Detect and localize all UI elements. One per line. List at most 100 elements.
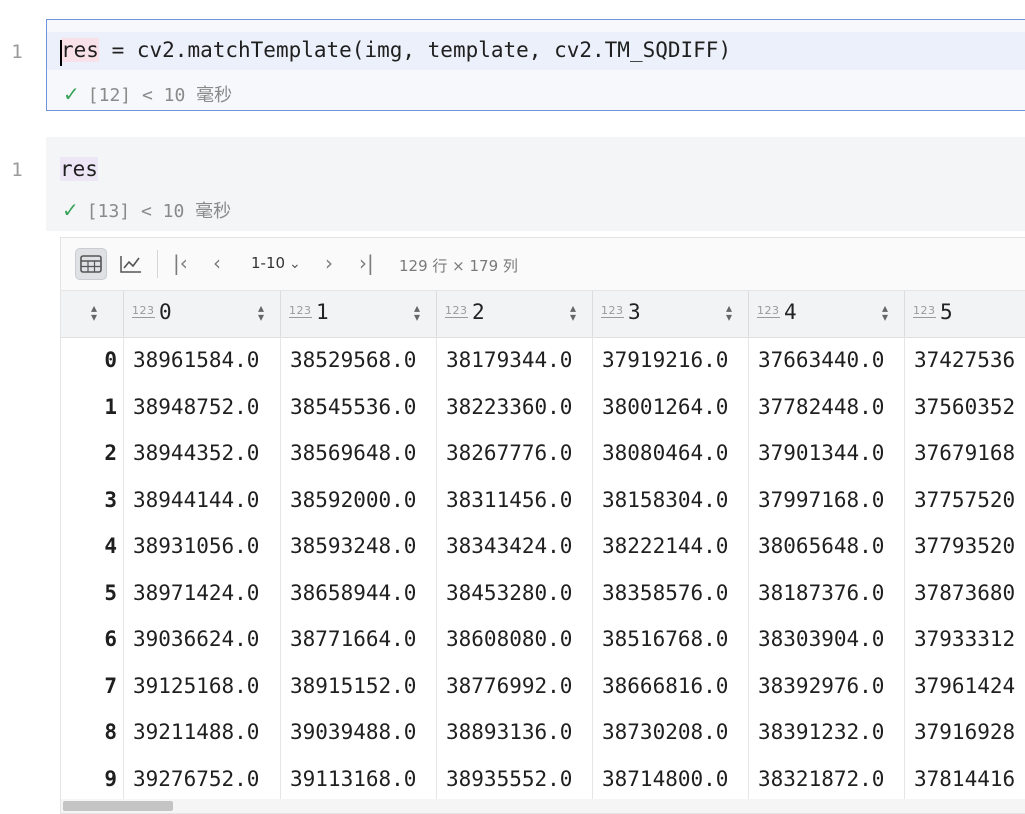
table-cell[interactable]: 38935552.0 bbox=[436, 755, 592, 802]
first-page-icon[interactable]: |‹ bbox=[173, 251, 188, 275]
table-cell[interactable]: 37916928 bbox=[904, 709, 1025, 756]
column-name: 1 bbox=[316, 300, 329, 324]
table-row: 9 39276752.0 39113168.0 38935552.0 38714… bbox=[61, 755, 1025, 802]
table-cell[interactable]: 38893136.0 bbox=[436, 709, 592, 756]
table-cell[interactable]: 38608080.0 bbox=[436, 616, 592, 663]
table-cell[interactable]: 37997168.0 bbox=[748, 476, 904, 523]
table-cell[interactable]: 38392976.0 bbox=[748, 662, 904, 709]
table-cell[interactable]: 39113168.0 bbox=[280, 755, 436, 802]
table-cell[interactable]: 38776992.0 bbox=[436, 662, 592, 709]
table-cell[interactable]: 37961424 bbox=[904, 662, 1025, 709]
table-cell[interactable]: 37427536 bbox=[904, 337, 1025, 384]
table-cell[interactable]: 38516768.0 bbox=[592, 616, 748, 663]
chart-view-button[interactable] bbox=[115, 248, 147, 280]
table-cell[interactable]: 37793520 bbox=[904, 523, 1025, 570]
index-sort-icon[interactable]: ▴ ▾ bbox=[91, 302, 97, 323]
table-cell[interactable]: 39125168.0 bbox=[123, 662, 280, 709]
table-cell[interactable]: 38453280.0 bbox=[436, 569, 592, 616]
execution-status-text: [12] < 10 毫秒 bbox=[87, 85, 233, 106]
sort-icon[interactable]: ▴ ▾ bbox=[570, 302, 576, 323]
table-cell[interactable]: 38931056.0 bbox=[123, 523, 280, 570]
page-range-dropdown[interactable]: 1-10 ⌄ bbox=[251, 254, 301, 272]
table-cell[interactable]: 38311456.0 bbox=[436, 476, 592, 523]
table-cell[interactable]: 38948752.0 bbox=[123, 383, 280, 430]
table-cell[interactable]: 37901344.0 bbox=[748, 430, 904, 477]
table-cell[interactable]: 38001264.0 bbox=[592, 383, 748, 430]
table-view-button[interactable] bbox=[75, 248, 107, 280]
table-cell[interactable]: 38065648.0 bbox=[748, 523, 904, 570]
code-line[interactable]: res = cv2.matchTemplate(img, template, c… bbox=[61, 38, 731, 62]
dtype-badge: 123 bbox=[601, 304, 624, 318]
sort-icon[interactable]: ▴ ▾ bbox=[726, 302, 732, 323]
table-cell[interactable]: 38158304.0 bbox=[592, 476, 748, 523]
table-cell[interactable]: 37663440.0 bbox=[748, 337, 904, 384]
table-cell[interactable]: 37782448.0 bbox=[748, 383, 904, 430]
column-header[interactable]: 123 4 ▴ ▾ bbox=[748, 291, 904, 337]
dataframe-body: 0 38961584.0 38529568.0 38179344.0 37919… bbox=[61, 337, 1025, 802]
table-cell[interactable]: 38321872.0 bbox=[748, 755, 904, 802]
table-cell[interactable]: 38944144.0 bbox=[123, 476, 280, 523]
column-name: 0 bbox=[159, 300, 172, 324]
last-page-icon[interactable]: ›| bbox=[359, 251, 374, 275]
scrollbar-thumb[interactable] bbox=[63, 801, 173, 811]
column-header[interactable]: 123 5 bbox=[904, 291, 1025, 337]
table-cell[interactable]: 38658944.0 bbox=[280, 569, 436, 616]
table-cell[interactable]: 38971424.0 bbox=[123, 569, 280, 616]
table-cell[interactable]: 38592000.0 bbox=[280, 476, 436, 523]
horizontal-scrollbar[interactable] bbox=[61, 799, 1025, 813]
table-cell[interactable]: 38730208.0 bbox=[592, 709, 748, 756]
table-cell[interactable]: 38179344.0 bbox=[436, 337, 592, 384]
table-cell[interactable]: 38303904.0 bbox=[748, 616, 904, 663]
table-cell[interactable]: 38529568.0 bbox=[280, 337, 436, 384]
row-index: 4 bbox=[104, 534, 117, 558]
table-cell[interactable]: 38666816.0 bbox=[592, 662, 748, 709]
column-header[interactable]: 123 1 ▴ ▾ bbox=[280, 291, 436, 337]
table-cell[interactable]: 38545536.0 bbox=[280, 383, 436, 430]
next-page-icon[interactable]: › bbox=[325, 251, 333, 275]
code-line[interactable]: res bbox=[60, 157, 98, 181]
table-cell[interactable]: 38343424.0 bbox=[436, 523, 592, 570]
dtype-badge: 123 bbox=[132, 304, 155, 318]
table-cell[interactable]: 37814416 bbox=[904, 755, 1025, 802]
chart-view-icon bbox=[120, 256, 141, 273]
prev-page-icon[interactable]: ‹ bbox=[213, 251, 221, 275]
table-cell[interactable]: 39211488.0 bbox=[123, 709, 280, 756]
table-cell[interactable]: 38593248.0 bbox=[280, 523, 436, 570]
table-cell[interactable]: 38222144.0 bbox=[592, 523, 748, 570]
sort-icon[interactable]: ▴ ▾ bbox=[258, 302, 264, 323]
table-cell[interactable]: 37933312 bbox=[904, 616, 1025, 663]
table-cell[interactable]: 38961584.0 bbox=[123, 337, 280, 384]
code-cell[interactable]: res = cv2.matchTemplate(img, template, c… bbox=[46, 19, 1025, 111]
table-cell[interactable]: 39039488.0 bbox=[280, 709, 436, 756]
table-cell[interactable]: 39036624.0 bbox=[123, 616, 280, 663]
column-header[interactable]: 123 0 ▴ ▾ bbox=[123, 291, 280, 337]
table-cell[interactable]: 37873680 bbox=[904, 569, 1025, 616]
table-cell[interactable]: 38187376.0 bbox=[748, 569, 904, 616]
sort-icon[interactable]: ▴ ▾ bbox=[882, 302, 888, 323]
column-name: 2 bbox=[472, 300, 485, 324]
column-header[interactable]: 123 3 ▴ ▾ bbox=[592, 291, 748, 337]
dataframe-viewer: |‹ ‹ 1-10 ⌄ › ›| 129 行 × 179 列 ▴ ▾ 123 0 ▴… bbox=[60, 237, 1025, 814]
table-cell[interactable]: 37757520 bbox=[904, 476, 1025, 523]
table-cell[interactable]: 38915152.0 bbox=[280, 662, 436, 709]
sort-icon[interactable]: ▴ ▾ bbox=[414, 302, 420, 323]
table-cell[interactable]: 38267776.0 bbox=[436, 430, 592, 477]
table-cell[interactable]: 38771664.0 bbox=[280, 616, 436, 663]
table-cell[interactable]: 38714800.0 bbox=[592, 755, 748, 802]
table-cell[interactable]: 37679168 bbox=[904, 430, 1025, 477]
column-header[interactable]: 123 2 ▴ ▾ bbox=[436, 291, 592, 337]
table-cell[interactable]: 39276752.0 bbox=[123, 755, 280, 802]
table-cell[interactable]: 38358576.0 bbox=[592, 569, 748, 616]
table-cell[interactable]: 37919216.0 bbox=[592, 337, 748, 384]
table-cell[interactable]: 38569648.0 bbox=[280, 430, 436, 477]
table-cell[interactable]: 38944352.0 bbox=[123, 430, 280, 477]
code-cell[interactable]: res ✓ [13] < 10 毫秒 bbox=[46, 137, 1025, 231]
table-cell[interactable]: 38223360.0 bbox=[436, 383, 592, 430]
table-row: 5 38971424.0 38658944.0 38453280.0 38358… bbox=[61, 569, 1025, 616]
table-cell[interactable]: 38391232.0 bbox=[748, 709, 904, 756]
table-cell[interactable]: 37560352 bbox=[904, 383, 1025, 430]
execution-status: ✓ [12] < 10 毫秒 bbox=[63, 81, 232, 107]
table-cell[interactable]: 38080464.0 bbox=[592, 430, 748, 477]
row-index: 6 bbox=[104, 627, 117, 651]
execution-status: ✓ [13] < 10 毫秒 bbox=[62, 197, 231, 223]
